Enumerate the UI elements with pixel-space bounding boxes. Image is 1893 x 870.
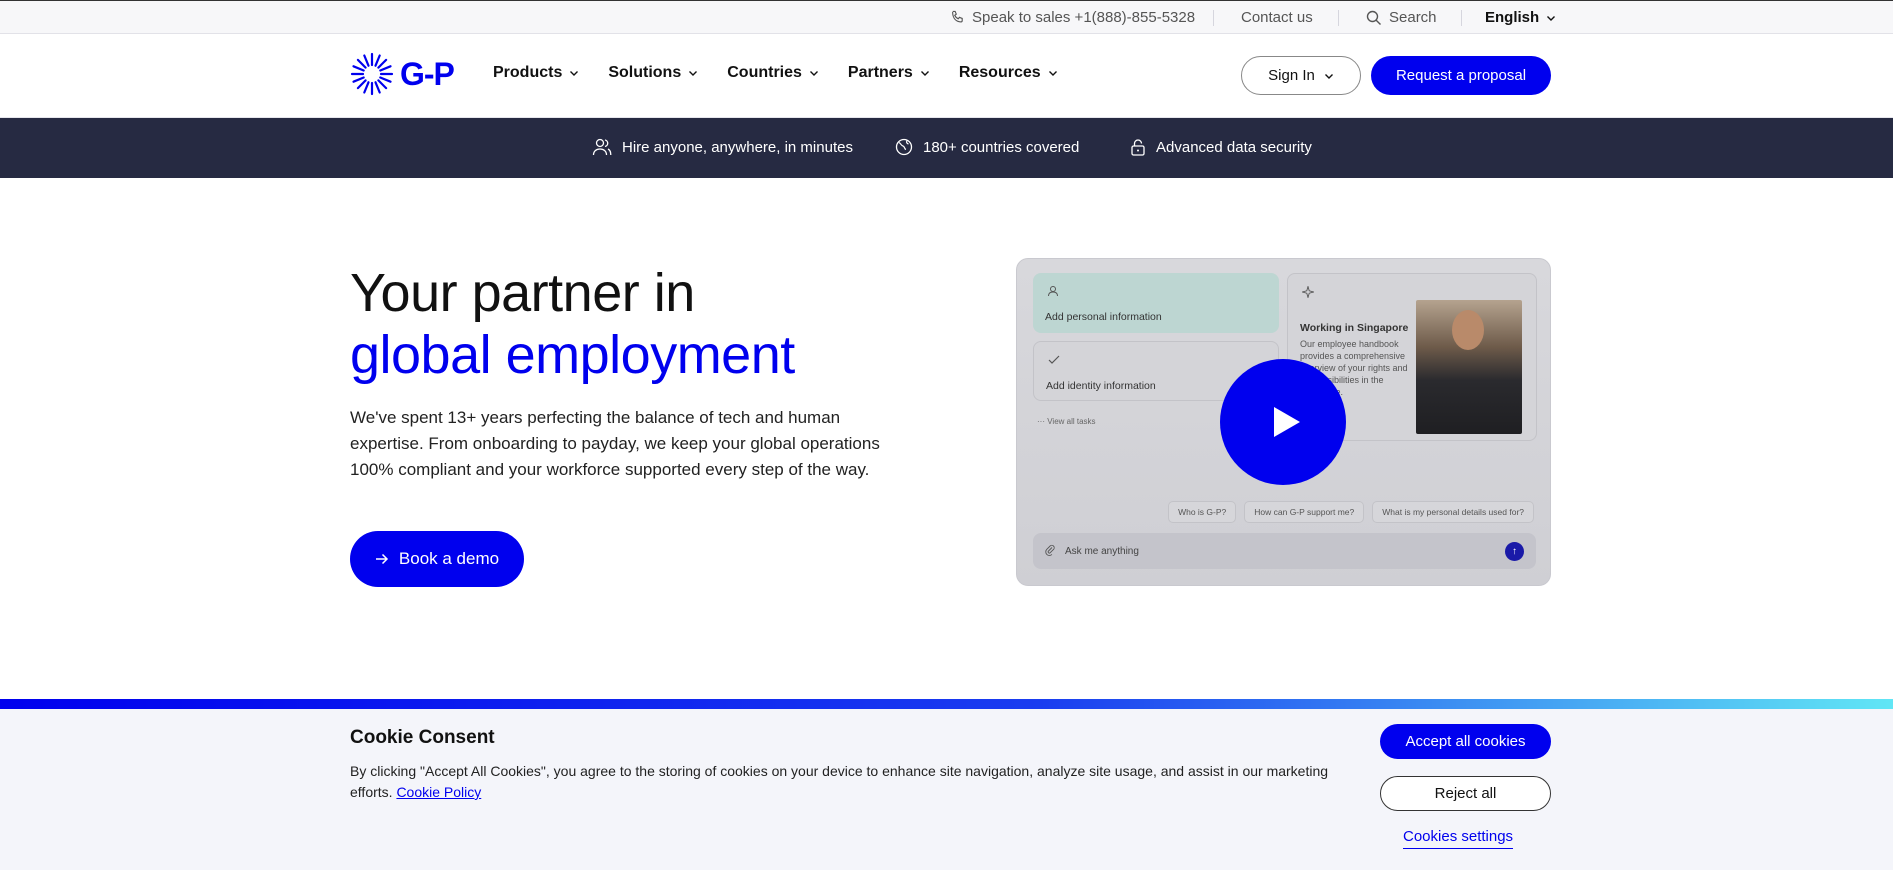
feature-security: Advanced data security bbox=[1130, 138, 1312, 156]
chevron-down-icon bbox=[1048, 71, 1057, 76]
search-button[interactable]: Search bbox=[1366, 9, 1437, 26]
book-demo-button[interactable]: Book a demo bbox=[350, 531, 524, 587]
feature-strip: Hire anyone, anywhere, in minutes 180+ c… bbox=[0, 118, 1893, 178]
sign-in-label: Sign In bbox=[1268, 67, 1315, 84]
info-title: Working in Singapore bbox=[1300, 322, 1409, 334]
send-icon: ↑ bbox=[1505, 542, 1524, 561]
accept-cookies-button[interactable]: Accept all cookies bbox=[1380, 724, 1551, 759]
sign-in-button[interactable]: Sign In bbox=[1241, 56, 1361, 95]
cookie-banner: Cookie Consent By clicking "Accept All C… bbox=[0, 709, 1893, 870]
cookie-body: By clicking "Accept All Cookies", you ag… bbox=[350, 763, 1329, 800]
task-title: Add identity information bbox=[1046, 380, 1156, 392]
play-icon bbox=[1274, 407, 1300, 437]
reject-cookies-button[interactable]: Reject all bbox=[1380, 776, 1551, 811]
hero-title-line1: Your partner in bbox=[350, 263, 695, 323]
employee-photo bbox=[1416, 300, 1522, 434]
sparkle-icon bbox=[1300, 284, 1316, 301]
task-title: Add personal information bbox=[1045, 311, 1162, 323]
chevron-down-icon bbox=[689, 71, 698, 76]
utility-bar: Speak to sales +1(888)-855-5328 Contact … bbox=[0, 0, 1893, 34]
language-label: English bbox=[1485, 9, 1540, 26]
feature-countries: 180+ countries covered bbox=[895, 138, 1079, 156]
hero-title: Your partner in global employment bbox=[350, 262, 795, 386]
lock-icon bbox=[1131, 139, 1145, 156]
arrow-right-icon bbox=[375, 553, 388, 565]
view-all-label: View all tasks bbox=[1047, 417, 1096, 426]
nav-partners[interactable]: Partners bbox=[848, 64, 930, 82]
divider bbox=[1461, 10, 1462, 26]
suggestion-chips: Who is G-P? How can G-P support me? What… bbox=[1168, 501, 1534, 523]
nav-label: Partners bbox=[847, 64, 913, 81]
suggestion-chip: What is my personal details used for? bbox=[1372, 501, 1534, 523]
check-icon bbox=[1048, 354, 1060, 368]
globe-icon bbox=[895, 138, 913, 156]
chevron-down-icon bbox=[570, 71, 579, 76]
main-header: G-P Products Solutions Countries Partner… bbox=[0, 34, 1893, 118]
main-nav: Products Solutions Countries Partners Re… bbox=[493, 64, 1058, 82]
nav-label: Products bbox=[493, 64, 563, 81]
feature-label: Hire anyone, anywhere, in minutes bbox=[622, 138, 853, 156]
cookie-settings-link[interactable]: Cookies settings bbox=[1403, 828, 1514, 849]
chevron-down-icon bbox=[1324, 73, 1333, 79]
paperclip-icon bbox=[1045, 544, 1055, 559]
ask-input: Ask me anything ↑ bbox=[1033, 533, 1536, 569]
suggestion-chip: Who is G-P? bbox=[1168, 501, 1237, 523]
sales-label: Speak to sales +1(888)-855-5328 bbox=[972, 9, 1196, 26]
request-proposal-button[interactable]: Request a proposal bbox=[1371, 56, 1551, 95]
phone-icon bbox=[952, 10, 963, 23]
sales-phone-link[interactable]: Speak to sales +1(888)-855-5328 bbox=[950, 9, 1195, 26]
divider bbox=[1213, 10, 1214, 26]
contact-link[interactable]: Contact us bbox=[1241, 9, 1313, 26]
book-demo-label: Book a demo bbox=[398, 549, 500, 568]
user-icon bbox=[1047, 285, 1059, 300]
nav-label: Resources bbox=[958, 64, 1041, 81]
people-icon bbox=[592, 138, 612, 156]
search-icon bbox=[1366, 10, 1381, 25]
chevron-down-icon bbox=[809, 71, 818, 76]
chevron-down-icon bbox=[1547, 15, 1556, 21]
hero-description: We've spent 13+ years perfecting the bal… bbox=[350, 408, 880, 479]
chevron-down-icon bbox=[920, 71, 929, 76]
play-button[interactable] bbox=[1220, 359, 1346, 485]
nav-label: Solutions bbox=[608, 64, 682, 81]
nav-products[interactable]: Products bbox=[493, 64, 579, 82]
feature-label: 180+ countries covered bbox=[923, 138, 1080, 156]
nav-solutions[interactable]: Solutions bbox=[608, 64, 698, 82]
feature-hire: Hire anyone, anywhere, in minutes bbox=[592, 138, 853, 156]
language-selector[interactable]: English bbox=[1485, 9, 1556, 26]
logo-text: G-P bbox=[400, 55, 455, 92]
cookie-text: By clicking "Accept All Cookies", you ag… bbox=[350, 761, 1330, 803]
divider bbox=[1338, 10, 1339, 26]
starburst-logo-icon bbox=[350, 52, 394, 96]
suggestion-chip: How can G-P support me? bbox=[1244, 501, 1365, 523]
view-all-tasks-link: ··· View all tasks bbox=[1037, 417, 1096, 426]
cookie-title: Cookie Consent bbox=[350, 727, 495, 748]
nav-label: Countries bbox=[727, 64, 802, 81]
video-preview[interactable]: Add personal information Add identity in… bbox=[1016, 258, 1551, 586]
logo[interactable]: G-P bbox=[350, 52, 455, 96]
cookie-banner-accent bbox=[0, 699, 1893, 709]
search-label: Search bbox=[1389, 9, 1437, 26]
hero-title-line2: global employment bbox=[350, 325, 795, 385]
ask-placeholder: Ask me anything bbox=[1065, 545, 1139, 557]
cookie-policy-link[interactable]: Cookie Policy bbox=[396, 784, 481, 800]
nav-countries[interactable]: Countries bbox=[727, 64, 819, 82]
nav-resources[interactable]: Resources bbox=[959, 64, 1058, 82]
task-card-personal: Add personal information bbox=[1033, 273, 1279, 333]
contact-label: Contact us bbox=[1241, 9, 1313, 26]
feature-label: Advanced data security bbox=[1156, 138, 1312, 156]
